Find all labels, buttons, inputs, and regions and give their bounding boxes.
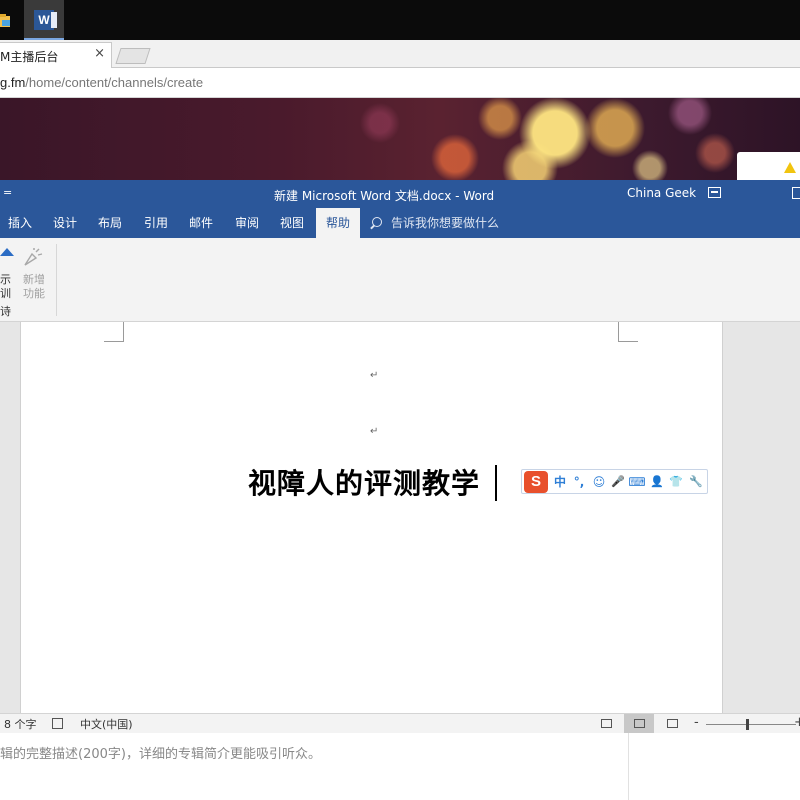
- tab-insert[interactable]: 插入: [0, 208, 40, 238]
- text-cursor: [495, 465, 497, 501]
- ribbon-tabs: 插入 设计 布局 引用 邮件 审阅 视图 帮助 告诉我你想要做什么: [0, 208, 800, 238]
- web-form-area: 辑的完整描述(200字)，详细的专辑简介更能吸引听众。: [0, 733, 800, 800]
- print-layout-button[interactable]: [624, 714, 654, 734]
- microphone-icon[interactable]: 🎤: [610, 473, 626, 491]
- tutorial-group-label: 诗: [0, 305, 11, 318]
- browser-tab-active[interactable]: M主播后台 ×: [0, 42, 112, 68]
- paragraph-mark: ↵: [370, 426, 379, 437]
- tutorial-label-line2: 训: [0, 287, 11, 300]
- punctuation-icon[interactable]: °,: [571, 473, 587, 491]
- tab-references[interactable]: 引用: [136, 208, 176, 238]
- restore-window-icon[interactable]: [792, 187, 800, 199]
- zoom-out-button[interactable]: -: [694, 715, 699, 730]
- ime-toolbar[interactable]: S 中 °, ☺ 🎤 ⌨ 👤 👕 🔧: [521, 469, 708, 494]
- crop-mark-right: [618, 322, 638, 342]
- skin-icon[interactable]: 👕: [668, 473, 684, 491]
- book-icon: [601, 719, 612, 728]
- crop-mark-left: [104, 322, 124, 342]
- document-heading[interactable]: 视障人的评测教学: [248, 462, 480, 502]
- word-taskbar-button[interactable]: W: [24, 0, 64, 40]
- description-placeholder[interactable]: 辑的完整描述(200字)，详细的专辑简介更能吸引听众。: [0, 743, 321, 762]
- tab-review[interactable]: 审阅: [227, 208, 267, 238]
- document-title: 新建 Microsoft Word 文档.docx - Word: [274, 189, 495, 203]
- page-banner: [0, 98, 800, 180]
- url-text: g.fm/home/content/channels/create: [0, 75, 204, 90]
- ribbon-body: 示 训 诗 新增 功能: [0, 238, 800, 322]
- quick-access-toolbar-icon[interactable]: =: [3, 186, 12, 199]
- proofing-icon[interactable]: [52, 718, 63, 729]
- new-features-label-line1: 新增: [23, 273, 45, 286]
- account-name[interactable]: China Geek: [627, 186, 696, 200]
- file-explorer-icon[interactable]: [0, 8, 14, 32]
- web-layout-button[interactable]: [657, 714, 687, 734]
- read-mode-button[interactable]: [591, 714, 621, 734]
- tab-view[interactable]: 视图: [272, 208, 312, 238]
- language-indicator[interactable]: 中文(中国): [80, 716, 133, 732]
- ribbon-separator: [56, 244, 57, 316]
- tutorial-label-line1: 示: [0, 273, 11, 286]
- warning-icon: [784, 162, 796, 173]
- ime-mode-toggle[interactable]: 中: [552, 473, 568, 491]
- tab-layout[interactable]: 布局: [90, 208, 130, 238]
- browser-tab-title: M主播后台: [0, 50, 59, 64]
- page-icon: [634, 719, 645, 728]
- zoom-in-button[interactable]: +: [794, 715, 800, 730]
- new-features-label-line2: 功能: [23, 287, 45, 300]
- word-app-icon: W: [34, 10, 57, 30]
- graduation-cap-icon[interactable]: [0, 248, 14, 256]
- emoji-icon[interactable]: ☺: [590, 473, 608, 491]
- keyboard-icon[interactable]: ⌨: [628, 473, 646, 491]
- paragraph-mark: ↵: [370, 370, 379, 381]
- tab-design[interactable]: 设计: [45, 208, 85, 238]
- web-icon: [667, 719, 678, 728]
- zoom-slider[interactable]: [706, 724, 796, 725]
- status-bar: 8 个字 中文(中国) - +: [0, 713, 800, 734]
- new-features-icon[interactable]: [22, 246, 44, 268]
- word-count[interactable]: 8 个字: [4, 716, 37, 732]
- user-icon[interactable]: 👤: [649, 473, 665, 491]
- web-divider: [628, 733, 629, 800]
- zoom-slider-thumb[interactable]: [746, 719, 749, 730]
- tab-close-icon[interactable]: ×: [94, 46, 105, 61]
- tell-me-input[interactable]: 告诉我你想要做什么: [391, 208, 499, 238]
- search-icon: [372, 217, 382, 227]
- ribbon-display-options-icon[interactable]: [708, 187, 721, 198]
- tools-icon[interactable]: 🔧: [687, 473, 705, 491]
- browser-tab-strip: M主播后台 ×: [0, 40, 800, 68]
- tab-mailings[interactable]: 邮件: [181, 208, 221, 238]
- sogou-logo-icon[interactable]: S: [524, 471, 548, 493]
- word-title-bar: = 新建 Microsoft Word 文档.docx - Word China…: [0, 180, 800, 208]
- taskbar: W: [0, 0, 800, 40]
- new-tab-button[interactable]: [115, 48, 151, 64]
- tab-help[interactable]: 帮助: [316, 208, 360, 238]
- address-bar[interactable]: g.fm/home/content/channels/create: [0, 68, 800, 98]
